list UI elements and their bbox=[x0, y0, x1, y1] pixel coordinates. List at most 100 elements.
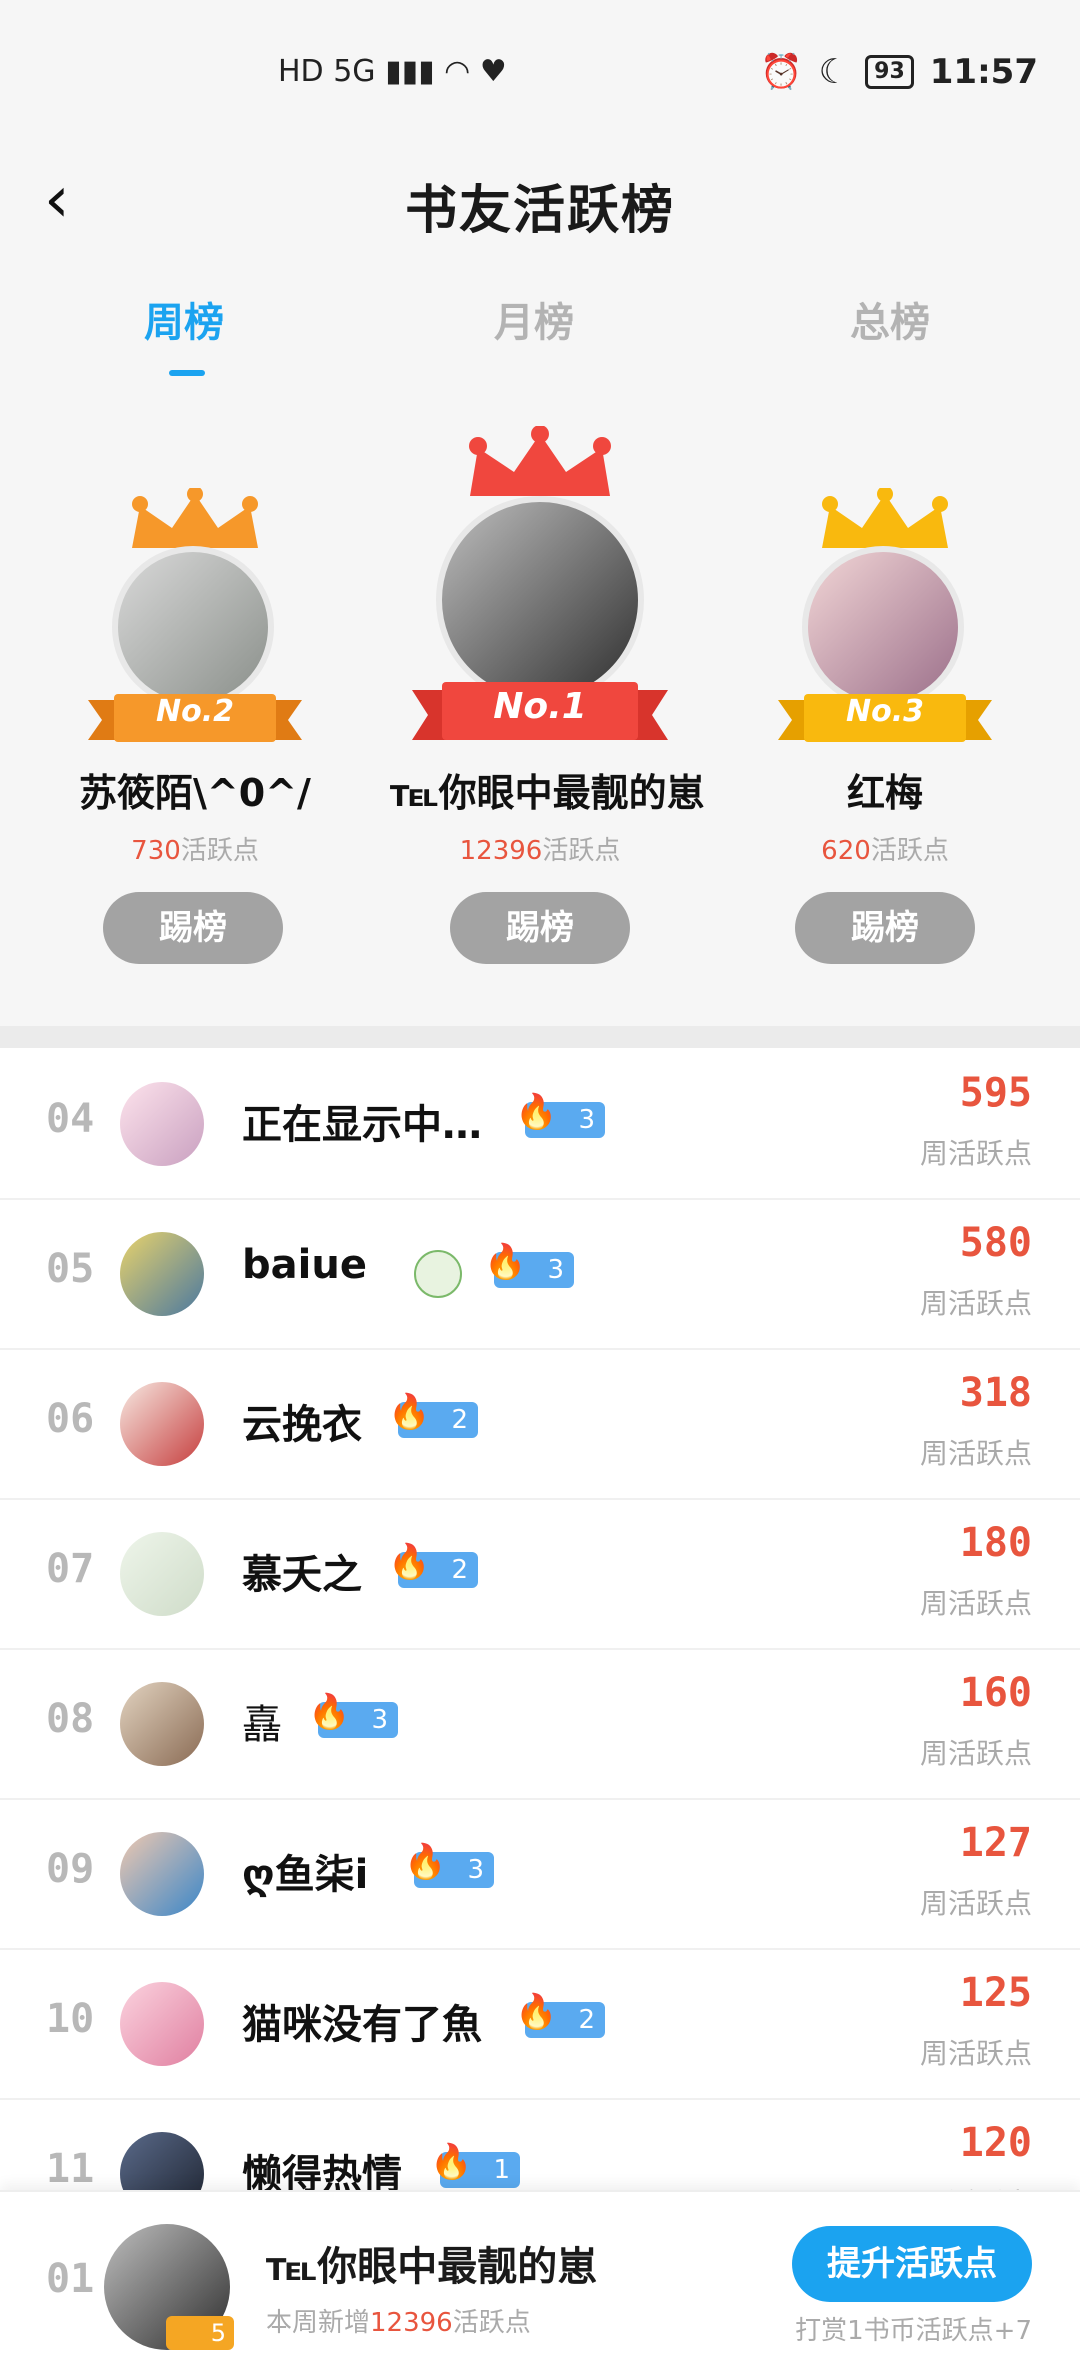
flame-icon: 🔥 bbox=[388, 1542, 431, 1582]
avatar[interactable] bbox=[120, 1682, 204, 1766]
avatar[interactable] bbox=[120, 1832, 204, 1916]
podium-name: ℡你眼中最靓的崽 bbox=[390, 771, 705, 815]
boost-hint: 打赏1书币活跃点+7 bbox=[795, 2316, 1032, 2346]
avatar[interactable] bbox=[120, 1082, 204, 1166]
level-badge: 🔥 1 bbox=[430, 2144, 520, 2188]
podium-points: 620活跃点 bbox=[821, 836, 949, 866]
my-rank-number: 01 bbox=[46, 2256, 95, 2302]
rank-number: 07 bbox=[46, 1546, 95, 1592]
tab-weekly[interactable]: 周榜 bbox=[144, 290, 224, 348]
avatar[interactable] bbox=[112, 546, 274, 708]
score-label: 周活跃点 bbox=[919, 1137, 1032, 1170]
avatar[interactable] bbox=[120, 1532, 204, 1616]
my-name: ℡你眼中最靓的崽 bbox=[266, 2244, 598, 2290]
score: 180 bbox=[959, 1520, 1032, 1566]
list-item[interactable]: 06 云挽衣 🔥 2 318 周活跃点 bbox=[0, 1348, 1080, 1500]
kick-button[interactable]: 踢榜 bbox=[103, 892, 283, 964]
my-level-badge: 5 bbox=[166, 2316, 234, 2350]
score-label: 周活跃点 bbox=[919, 1587, 1032, 1620]
section-divider bbox=[0, 1026, 1080, 1048]
list-item[interactable]: 08 嚞 🔥 3 160 周活跃点 bbox=[0, 1648, 1080, 1800]
score: 120 bbox=[959, 2120, 1032, 2166]
flame-icon: 🔥 bbox=[484, 1242, 527, 1282]
level-badge: 🔥 2 bbox=[515, 1994, 605, 2038]
rank-number: 04 bbox=[46, 1096, 95, 1142]
list-item[interactable]: 05 baiue 🔥 3 580 周活跃点 bbox=[0, 1198, 1080, 1350]
list-item[interactable]: 10 猫咪没有了魚 🔥 2 125 周活跃点 bbox=[0, 1948, 1080, 2100]
user-name: baiue bbox=[242, 1242, 367, 1288]
score: 127 bbox=[959, 1820, 1032, 1866]
level-badge: 🔥 3 bbox=[515, 1094, 605, 1138]
user-name: 慕夭之 bbox=[242, 1552, 362, 1598]
flame-icon: 🔥 bbox=[388, 1392, 431, 1432]
flame-icon: 🔥 bbox=[430, 2142, 473, 2182]
flame-icon: 🔥 bbox=[515, 1092, 558, 1132]
level-badge: 🔥 2 bbox=[388, 1394, 478, 1438]
battery-icon: 93 bbox=[865, 55, 914, 89]
score: 580 bbox=[959, 1220, 1032, 1266]
user-name: 云挽衣 bbox=[242, 1402, 362, 1448]
tab-indicator bbox=[169, 370, 205, 376]
avatar[interactable] bbox=[120, 1982, 204, 2066]
system-icons: ⏰ ☾ 93 11:57 bbox=[760, 52, 1038, 92]
podium-second: No.2 苏筱陌\^0^/ 730活跃点 踢榜 bbox=[50, 378, 340, 978]
user-name: 正在显示中… bbox=[242, 1102, 482, 1148]
level-badge: 🔥 2 bbox=[388, 1544, 478, 1588]
alarm-icon: ⏰ bbox=[760, 52, 803, 92]
podium-name: 苏筱陌\^0^/ bbox=[79, 771, 311, 815]
list-item[interactable]: 04 正在显示中… 🔥 3 595 周活跃点 bbox=[0, 1048, 1080, 1200]
my-weekly-points: 本周新增12396活跃点 bbox=[266, 2308, 531, 2338]
status-bar: HD 5G ▮▮▮ ◠ ♥ ⏰ ☾ 93 11:57 bbox=[0, 0, 1080, 140]
tab-bar: 周榜 月榜 总榜 bbox=[0, 270, 1080, 380]
level-badge: 🔥 3 bbox=[484, 1244, 574, 1288]
score: 595 bbox=[959, 1070, 1032, 1116]
score: 125 bbox=[959, 1970, 1032, 2016]
score-label: 周活跃点 bbox=[920, 2182, 1032, 2190]
list-item[interactable]: 07 慕夭之 🔥 2 180 周活跃点 bbox=[0, 1498, 1080, 1650]
top-bar: ‹ 书友活跃榜 bbox=[0, 140, 1080, 270]
list-item[interactable]: 09 ღ鱼柒i 🔥 3 127 周活跃点 bbox=[0, 1798, 1080, 1950]
rank-number: 11 bbox=[46, 2146, 95, 2190]
rank-number: 08 bbox=[46, 1696, 95, 1742]
avatar[interactable] bbox=[120, 1382, 204, 1466]
score: 318 bbox=[959, 1370, 1032, 1416]
score-label: 周活跃点 bbox=[919, 1437, 1032, 1470]
moon-icon: ☾ bbox=[818, 52, 850, 92]
clock: 11:57 bbox=[929, 52, 1038, 92]
tab-monthly[interactable]: 月榜 bbox=[494, 290, 574, 348]
podium-third: No.3 红梅 620活跃点 踢榜 bbox=[740, 378, 1030, 978]
list-item[interactable]: 11 懒得热情 🔥1 120 周活跃点 bbox=[0, 2098, 1080, 2190]
podium-points: 730活跃点 bbox=[131, 836, 259, 866]
level-badge: 🔥 3 bbox=[308, 1694, 398, 1738]
podium-points: 12396活跃点 bbox=[459, 836, 621, 866]
user-name: 嚞 bbox=[242, 1702, 282, 1748]
rank-number: 09 bbox=[46, 1846, 95, 1892]
medal-icon bbox=[414, 1250, 462, 1298]
flame-icon: 🔥 bbox=[308, 1692, 351, 1732]
score-label: 周活跃点 bbox=[919, 1887, 1032, 1920]
user-name: ღ鱼柒i bbox=[242, 1852, 369, 1898]
rank-number: 05 bbox=[46, 1246, 95, 1292]
rank-badge: No.3 bbox=[846, 694, 924, 729]
avatar[interactable] bbox=[436, 496, 644, 704]
kick-button[interactable]: 踢榜 bbox=[450, 892, 630, 964]
avatar[interactable] bbox=[802, 546, 964, 708]
network-icons: HD 5G ▮▮▮ ◠ ♥ bbox=[278, 54, 507, 89]
page-title: 书友活跃榜 bbox=[404, 181, 675, 241]
score: 160 bbox=[959, 1670, 1032, 1716]
rank-badge: No.1 bbox=[493, 686, 587, 727]
rank-number: 06 bbox=[46, 1396, 95, 1442]
rank-badge: No.2 bbox=[156, 694, 234, 729]
score-label: 周活跃点 bbox=[919, 1287, 1032, 1320]
flame-icon: 🔥 bbox=[404, 1842, 447, 1882]
avatar[interactable] bbox=[120, 2132, 204, 2190]
podium-name: 红梅 bbox=[846, 771, 923, 815]
tab-total[interactable]: 总榜 bbox=[850, 290, 930, 348]
kick-button[interactable]: 踢榜 bbox=[795, 892, 975, 964]
boost-activity-button[interactable]: 提升活跃点 bbox=[792, 2226, 1032, 2302]
network-status-icons: HD 5G ▮▮▮ ◠ ♥ bbox=[278, 54, 507, 89]
level-badge: 🔥 3 bbox=[404, 1844, 494, 1888]
score-label: 周活跃点 bbox=[919, 1737, 1032, 1770]
avatar[interactable] bbox=[120, 1232, 204, 1316]
podium: No.2 苏筱陌\^0^/ 730活跃点 踢榜 No.1 ℡你眼中最靓的崽 12… bbox=[0, 378, 1080, 1028]
